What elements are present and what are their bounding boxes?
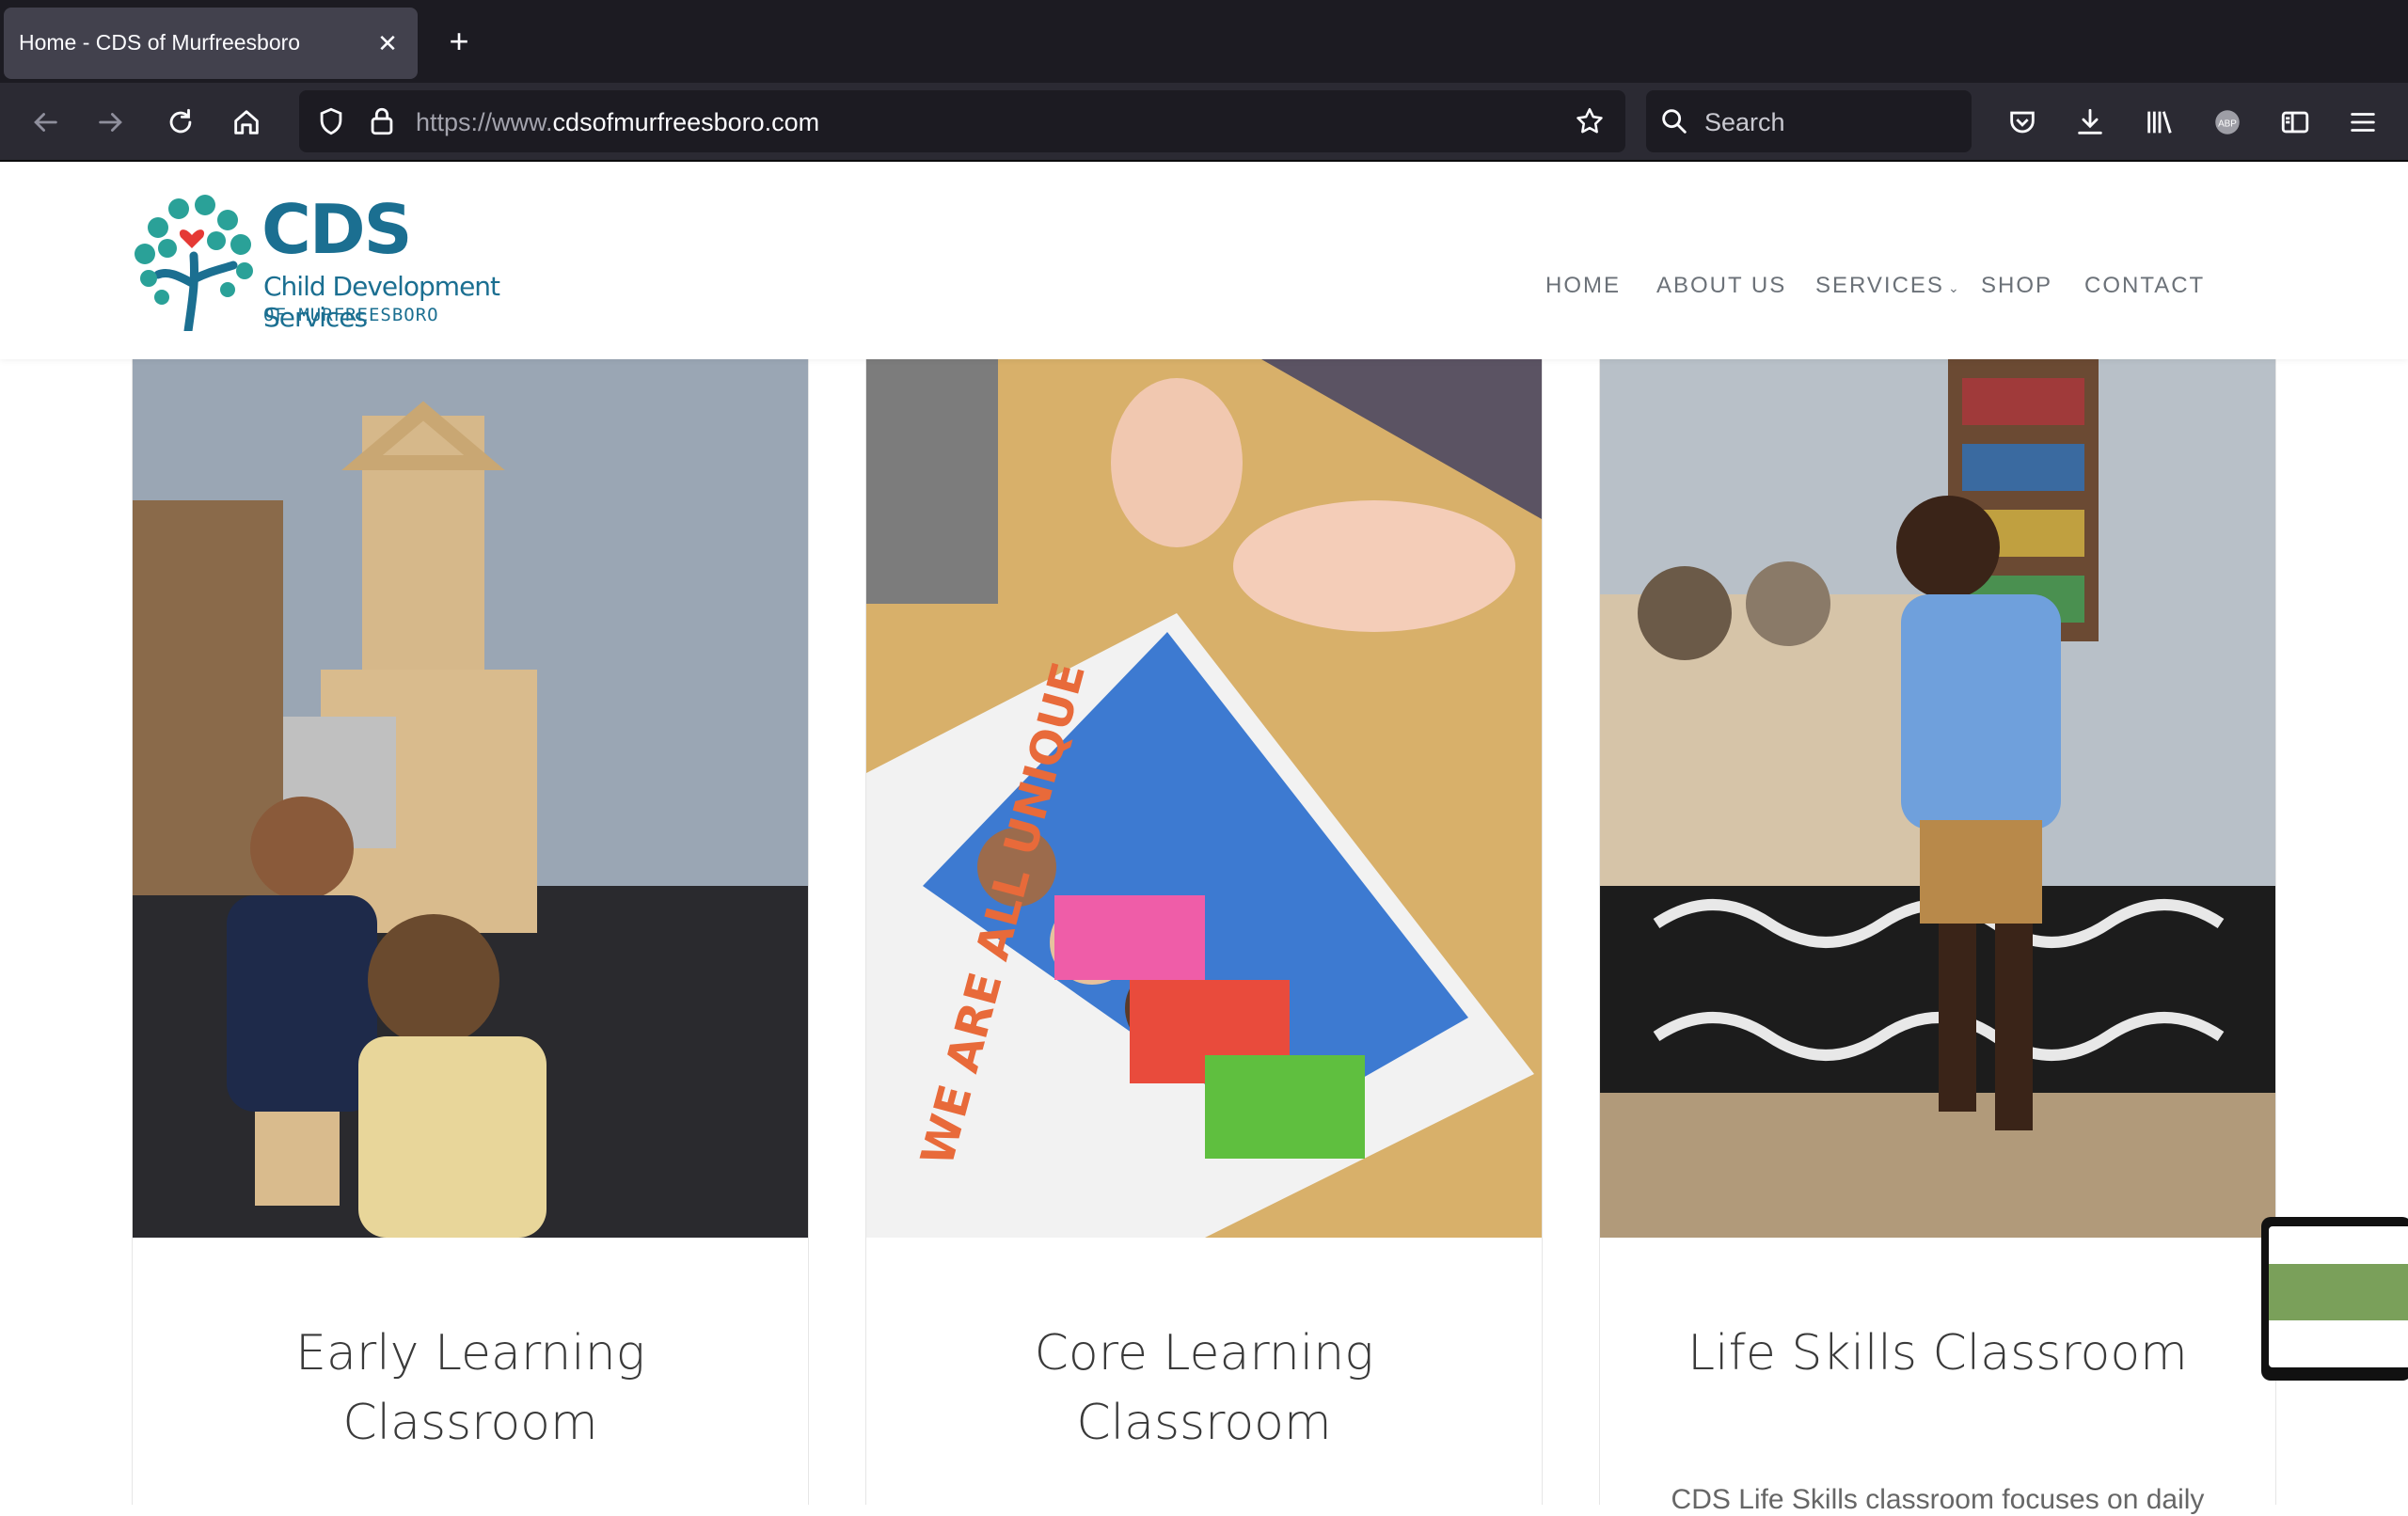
nav-services-label: SERVICES [1815,273,1944,298]
card-title-line1: Early Learning [295,1325,645,1382]
thumbnail-preview [2269,1226,2408,1367]
adblock-icon[interactable]: ABP [2207,102,2248,143]
card-title-line2: Classroom [342,1395,598,1451]
search-icon [1654,101,1695,142]
card-description: CDS Life Skills classroom focuses on dai… [1671,1484,2205,1515]
menu-icon[interactable] [2342,102,2384,143]
logo-line2: OF MURFREESBORO [263,305,439,325]
pocket-icon[interactable] [2002,102,2043,143]
tab-title: Home - CDS of Murfreesboro [19,30,301,55]
service-card-core-learning[interactable]: WE ARE ALL UNIQUE Core Learning Classroo… [865,359,1543,1505]
forward-icon[interactable] [90,102,132,143]
core-learning-photo: WE ARE ALL UNIQUE [866,359,1542,1238]
back-icon[interactable] [24,102,66,143]
site-header: CDS Child Development Services OF MURFRE… [0,162,2408,359]
nav-about-us[interactable]: ABOUT US [1656,273,1786,299]
card-title-line1: Core Learning [1034,1325,1374,1382]
shield-icon[interactable] [310,101,352,142]
svg-text:ABP: ABP [2218,118,2237,129]
browser-toolbar: https://www.cdsofmurfreesboro.com Search… [0,83,2408,162]
tab-bar: Home - CDS of Murfreesboro ✕ + [0,0,2408,83]
nav-shop[interactable]: SHOP [1981,273,2052,299]
nav-contact[interactable]: CONTACT [2084,273,2205,299]
screenshot-thumbnail[interactable] [2261,1217,2408,1381]
browser-tab[interactable]: Home - CDS of Murfreesboro ✕ [4,8,418,79]
url-bar[interactable]: https://www.cdsofmurfreesboro.com [299,90,1625,152]
card-title-line2: Classroom [1076,1395,1332,1451]
card-title: Core Learning Classroom [866,1319,1542,1458]
search-placeholder: Search [1704,108,1785,136]
home-icon[interactable] [226,102,267,143]
site-logo[interactable]: CDS Child Development Services OF MURFRE… [130,181,553,333]
close-icon[interactable]: ✕ [369,24,406,62]
nav-home[interactable]: HOME [1545,273,1621,299]
life-skills-photo [1600,359,2275,1238]
download-icon[interactable] [2069,102,2111,143]
tree-logo-icon [135,195,253,331]
star-icon[interactable] [1569,101,1610,142]
url-text: https://www.cdsofmurfreesboro.com [416,108,820,136]
service-card-life-skills[interactable]: Life Skills Classroom CDS Life Skills cl… [1599,359,2276,1515]
new-tab-icon[interactable]: + [440,23,478,60]
library-icon[interactable] [2139,102,2180,143]
logo-cds: CDS [261,190,412,269]
search-box[interactable]: Search [1646,90,1972,152]
nav-services[interactable]: SERVICES ⌄ [1815,273,1961,299]
card-title: Life Skills Classroom [1600,1319,2275,1388]
service-card-early-learning[interactable]: Early Learning Classroom [132,359,809,1505]
card-title-line1: Life Skills Classroom [1687,1325,2188,1382]
thumbnail-image [2269,1264,2408,1320]
sidebar-icon[interactable] [2274,102,2316,143]
lock-icon[interactable] [361,101,403,142]
reload-icon[interactable] [160,102,201,143]
card-title: Early Learning Classroom [133,1319,808,1458]
early-learning-photo [133,359,808,1238]
chevron-down-icon: ⌄ [1947,280,1961,295]
